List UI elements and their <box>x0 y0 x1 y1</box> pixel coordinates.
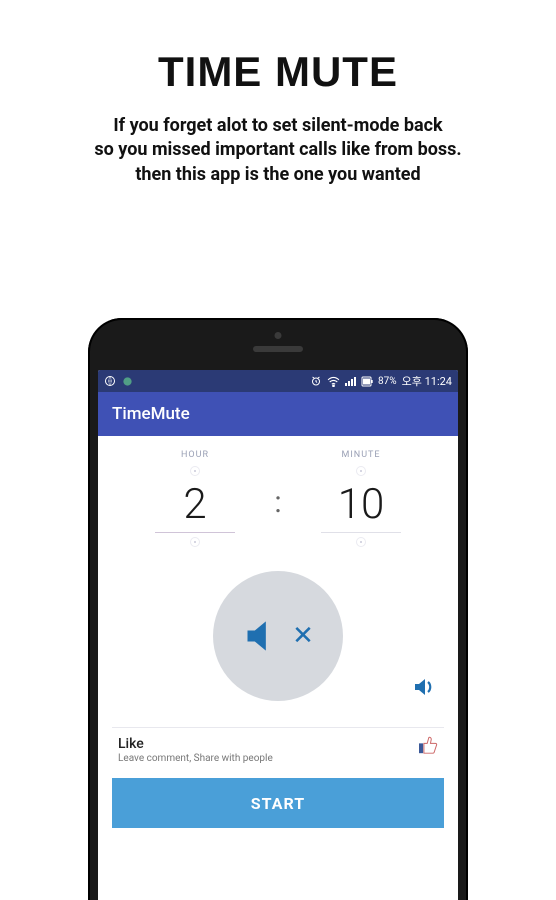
status-time: 오후 11:24 <box>402 373 452 389</box>
alarm-icon <box>310 375 322 387</box>
hour-label: HOUR <box>181 450 209 460</box>
start-button-label: START <box>251 794 305 813</box>
hour-increment-button[interactable] <box>190 466 200 476</box>
mute-x-icon: ✕ <box>292 621 314 651</box>
phone-speaker <box>253 346 303 352</box>
like-subtitle: Leave comment, Share with people <box>118 753 273 764</box>
start-button[interactable]: START <box>112 778 444 828</box>
minute-increment-button[interactable] <box>356 466 366 476</box>
promo-title: TIME MUTE <box>0 48 556 96</box>
hour-value[interactable]: 2 <box>155 480 235 533</box>
app-status-icon <box>122 376 133 387</box>
like-row[interactable]: Like Leave comment, Share with people <box>112 727 444 770</box>
wifi-icon <box>327 376 340 387</box>
phone-frame: 87% 오후 11:24 TimeMute HOUR 2 : MINUTE <box>88 318 468 900</box>
promo-subtitle: If you forget alot to set silent-mode ba… <box>0 114 556 187</box>
hour-decrement-button[interactable] <box>190 537 200 547</box>
status-bar: 87% 오후 11:24 <box>98 370 458 392</box>
promo-line-2: so you missed important calls like from … <box>0 138 556 162</box>
volume-mode-button[interactable] <box>412 675 436 703</box>
promo-line-1: If you forget alot to set silent-mode ba… <box>0 114 556 138</box>
mute-section: ✕ <box>98 557 458 701</box>
minute-value[interactable]: 10 <box>321 480 401 533</box>
speaker-muted-icon <box>242 614 286 658</box>
time-separator: : <box>268 446 288 551</box>
thumbs-up-icon <box>418 736 438 754</box>
minute-decrement-button[interactable] <box>356 537 366 547</box>
mute-toggle-button[interactable]: ✕ <box>213 571 343 701</box>
phone-screen: 87% 오후 11:24 TimeMute HOUR 2 : MINUTE <box>98 370 458 900</box>
battery-percent: 87% <box>378 376 397 387</box>
phone-camera-dot <box>275 332 282 339</box>
minute-column: MINUTE 10 <box>288 446 434 551</box>
battery-icon <box>361 376 373 387</box>
time-picker: HOUR 2 : MINUTE 10 <box>98 436 458 557</box>
like-title: Like <box>118 736 273 752</box>
app-title: TimeMute <box>112 404 190 424</box>
hour-column: HOUR 2 <box>122 446 268 551</box>
app-bar: TimeMute <box>98 392 458 436</box>
minute-label: MINUTE <box>341 450 380 460</box>
promo-line-3: then this app is the one you wanted <box>0 163 556 187</box>
signal-icon <box>345 377 356 386</box>
carrier-icon <box>104 375 116 387</box>
